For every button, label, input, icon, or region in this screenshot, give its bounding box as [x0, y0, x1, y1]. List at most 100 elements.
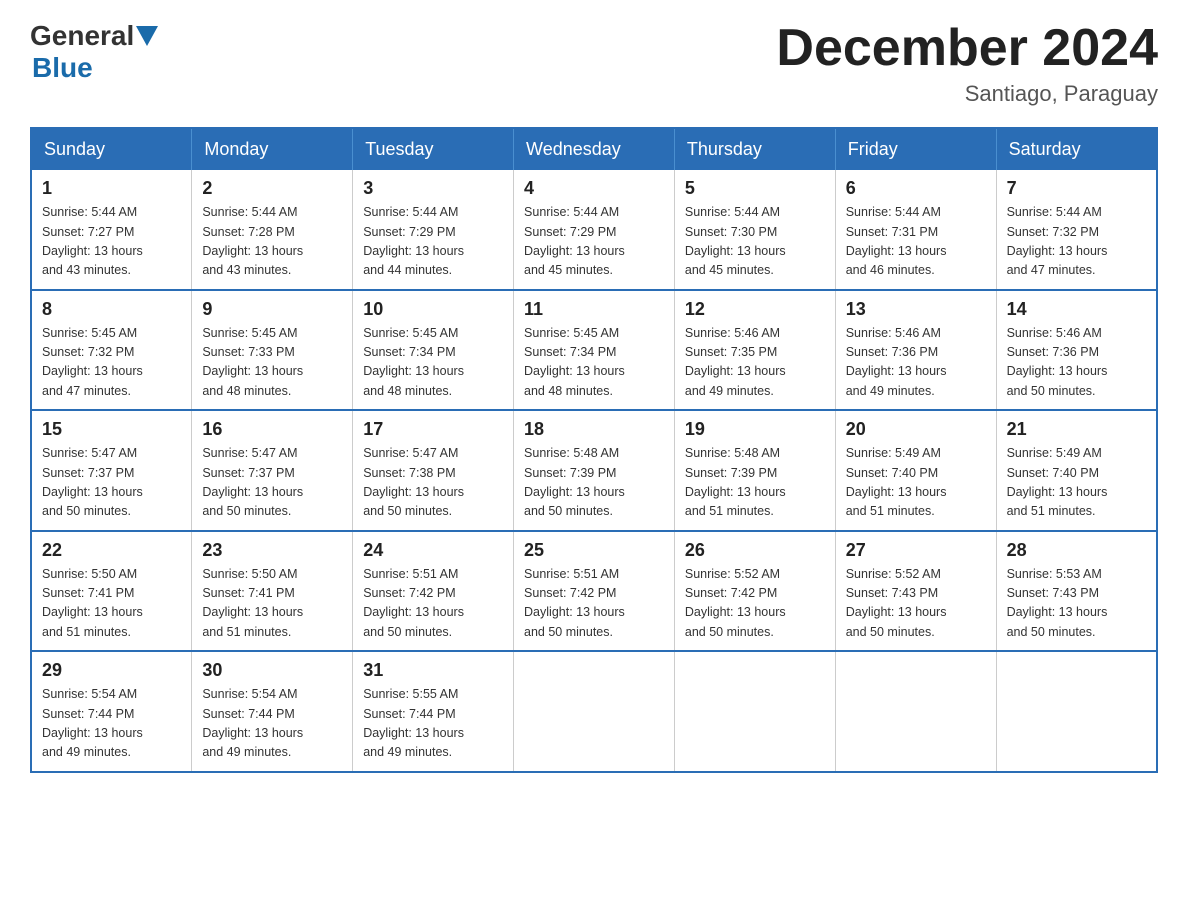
calendar-week-row: 15 Sunrise: 5:47 AMSunset: 7:37 PMDayligh… [31, 410, 1157, 531]
day-number: 24 [363, 540, 503, 561]
day-number: 17 [363, 419, 503, 440]
day-number: 18 [524, 419, 664, 440]
calendar-cell [674, 651, 835, 772]
calendar-cell: 4 Sunrise: 5:44 AMSunset: 7:29 PMDaylight… [514, 170, 675, 290]
day-number: 12 [685, 299, 825, 320]
column-header-thursday: Thursday [674, 128, 835, 170]
column-header-tuesday: Tuesday [353, 128, 514, 170]
calendar-cell: 9 Sunrise: 5:45 AMSunset: 7:33 PMDaylight… [192, 290, 353, 411]
calendar-cell: 17 Sunrise: 5:47 AMSunset: 7:38 PMDayligh… [353, 410, 514, 531]
calendar-cell: 12Sunrise: 5:46 AMSunset: 7:35 PMDayligh… [674, 290, 835, 411]
calendar-week-row: 1 Sunrise: 5:44 AMSunset: 7:27 PMDaylight… [31, 170, 1157, 290]
calendar-cell: 20Sunrise: 5:49 AMSunset: 7:40 PMDayligh… [835, 410, 996, 531]
day-number: 31 [363, 660, 503, 681]
day-info: Sunrise: 5:44 AMSunset: 7:27 PMDaylight:… [42, 203, 181, 281]
day-info: Sunrise: 5:49 AMSunset: 7:40 PMDaylight:… [1007, 444, 1146, 522]
day-number: 23 [202, 540, 342, 561]
day-number: 27 [846, 540, 986, 561]
day-number: 19 [685, 419, 825, 440]
day-number: 7 [1007, 178, 1146, 199]
calendar-cell: 26Sunrise: 5:52 AMSunset: 7:42 PMDayligh… [674, 531, 835, 652]
day-info: Sunrise: 5:51 AMSunset: 7:42 PMDaylight:… [524, 565, 664, 643]
day-info: Sunrise: 5:45 AMSunset: 7:34 PMDaylight:… [524, 324, 664, 402]
title-section: December 2024 Santiago, Paraguay [776, 20, 1158, 107]
day-info: Sunrise: 5:53 AMSunset: 7:43 PMDaylight:… [1007, 565, 1146, 643]
day-info: Sunrise: 5:44 AMSunset: 7:28 PMDaylight:… [202, 203, 342, 281]
calendar-cell: 27Sunrise: 5:52 AMSunset: 7:43 PMDayligh… [835, 531, 996, 652]
day-number: 21 [1007, 419, 1146, 440]
calendar-cell: 14 Sunrise: 5:46 AMSunset: 7:36 PMDayligh… [996, 290, 1157, 411]
day-info: Sunrise: 5:50 AMSunset: 7:41 PMDaylight:… [42, 565, 181, 643]
calendar-cell: 16Sunrise: 5:47 AMSunset: 7:37 PMDayligh… [192, 410, 353, 531]
day-info: Sunrise: 5:45 AMSunset: 7:32 PMDaylight:… [42, 324, 181, 402]
day-number: 22 [42, 540, 181, 561]
day-info: Sunrise: 5:47 AMSunset: 7:38 PMDaylight:… [363, 444, 503, 522]
calendar-cell: 23 Sunrise: 5:50 AMSunset: 7:41 PMDayligh… [192, 531, 353, 652]
day-info: Sunrise: 5:46 AMSunset: 7:36 PMDaylight:… [1007, 324, 1146, 402]
logo-general-text: General [30, 20, 134, 52]
day-number: 30 [202, 660, 342, 681]
day-number: 15 [42, 419, 181, 440]
day-number: 4 [524, 178, 664, 199]
day-info: Sunrise: 5:54 AMSunset: 7:44 PMDaylight:… [42, 685, 181, 763]
logo: General Blue [30, 20, 158, 84]
calendar-cell: 3 Sunrise: 5:44 AMSunset: 7:29 PMDaylight… [353, 170, 514, 290]
calendar-cell: 31Sunrise: 5:55 AMSunset: 7:44 PMDayligh… [353, 651, 514, 772]
day-number: 9 [202, 299, 342, 320]
column-header-sunday: Sunday [31, 128, 192, 170]
calendar-cell: 11 Sunrise: 5:45 AMSunset: 7:34 PMDayligh… [514, 290, 675, 411]
calendar-cell: 30 Sunrise: 5:54 AMSunset: 7:44 PMDayligh… [192, 651, 353, 772]
day-info: Sunrise: 5:48 AMSunset: 7:39 PMDaylight:… [524, 444, 664, 522]
calendar-cell [514, 651, 675, 772]
day-info: Sunrise: 5:45 AMSunset: 7:33 PMDaylight:… [202, 324, 342, 402]
day-info: Sunrise: 5:45 AMSunset: 7:34 PMDaylight:… [363, 324, 503, 402]
month-title: December 2024 [776, 20, 1158, 77]
day-info: Sunrise: 5:44 AMSunset: 7:30 PMDaylight:… [685, 203, 825, 281]
day-number: 28 [1007, 540, 1146, 561]
day-info: Sunrise: 5:50 AMSunset: 7:41 PMDaylight:… [202, 565, 342, 643]
day-number: 1 [42, 178, 181, 199]
day-number: 14 [1007, 299, 1146, 320]
calendar-header-row: SundayMondayTuesdayWednesdayThursdayFrid… [31, 128, 1157, 170]
column-header-friday: Friday [835, 128, 996, 170]
day-info: Sunrise: 5:44 AMSunset: 7:31 PMDaylight:… [846, 203, 986, 281]
logo-blue-text: Blue [32, 52, 93, 83]
calendar-week-row: 22 Sunrise: 5:50 AMSunset: 7:41 PMDayligh… [31, 531, 1157, 652]
location-label: Santiago, Paraguay [776, 81, 1158, 107]
day-number: 16 [202, 419, 342, 440]
logo-triangle-icon [136, 26, 158, 48]
calendar-cell: 22 Sunrise: 5:50 AMSunset: 7:41 PMDayligh… [31, 531, 192, 652]
page-header: General Blue December 2024 Santiago, Par… [30, 20, 1158, 107]
calendar-cell: 25 Sunrise: 5:51 AMSunset: 7:42 PMDayligh… [514, 531, 675, 652]
day-info: Sunrise: 5:51 AMSunset: 7:42 PMDaylight:… [363, 565, 503, 643]
calendar-cell: 28 Sunrise: 5:53 AMSunset: 7:43 PMDayligh… [996, 531, 1157, 652]
day-info: Sunrise: 5:48 AMSunset: 7:39 PMDaylight:… [685, 444, 825, 522]
day-info: Sunrise: 5:46 AMSunset: 7:36 PMDaylight:… [846, 324, 986, 402]
day-info: Sunrise: 5:47 AMSunset: 7:37 PMDaylight:… [42, 444, 181, 522]
calendar-cell: 6 Sunrise: 5:44 AMSunset: 7:31 PMDaylight… [835, 170, 996, 290]
day-number: 25 [524, 540, 664, 561]
day-info: Sunrise: 5:44 AMSunset: 7:32 PMDaylight:… [1007, 203, 1146, 281]
calendar-cell: 29Sunrise: 5:54 AMSunset: 7:44 PMDayligh… [31, 651, 192, 772]
column-header-monday: Monday [192, 128, 353, 170]
calendar-cell: 24 Sunrise: 5:51 AMSunset: 7:42 PMDayligh… [353, 531, 514, 652]
day-info: Sunrise: 5:54 AMSunset: 7:44 PMDaylight:… [202, 685, 342, 763]
column-header-wednesday: Wednesday [514, 128, 675, 170]
calendar-cell: 18 Sunrise: 5:48 AMSunset: 7:39 PMDayligh… [514, 410, 675, 531]
day-number: 2 [202, 178, 342, 199]
day-number: 11 [524, 299, 664, 320]
day-number: 26 [685, 540, 825, 561]
calendar-week-row: 8Sunrise: 5:45 AMSunset: 7:32 PMDaylight… [31, 290, 1157, 411]
calendar-cell: 19 Sunrise: 5:48 AMSunset: 7:39 PMDayligh… [674, 410, 835, 531]
day-number: 6 [846, 178, 986, 199]
day-number: 5 [685, 178, 825, 199]
day-number: 20 [846, 419, 986, 440]
calendar-week-row: 29Sunrise: 5:54 AMSunset: 7:44 PMDayligh… [31, 651, 1157, 772]
day-number: 3 [363, 178, 503, 199]
calendar-cell: 13Sunrise: 5:46 AMSunset: 7:36 PMDayligh… [835, 290, 996, 411]
day-info: Sunrise: 5:44 AMSunset: 7:29 PMDaylight:… [524, 203, 664, 281]
day-info: Sunrise: 5:44 AMSunset: 7:29 PMDaylight:… [363, 203, 503, 281]
calendar-cell [996, 651, 1157, 772]
calendar-cell: 10Sunrise: 5:45 AMSunset: 7:34 PMDayligh… [353, 290, 514, 411]
calendar-cell: 8Sunrise: 5:45 AMSunset: 7:32 PMDaylight… [31, 290, 192, 411]
